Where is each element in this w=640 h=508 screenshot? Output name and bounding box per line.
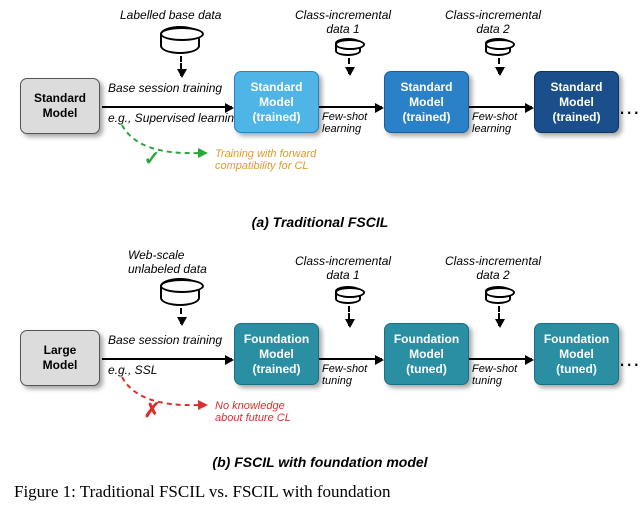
- panel-b: Web-scale unlabeled data Large Model Bas…: [20, 248, 620, 448]
- panel-a: Labelled base data Standard Model Base s…: [20, 8, 620, 208]
- start-large-model-box: Large Model: [20, 330, 100, 386]
- db-label-b: Web-scale unlabeled data: [128, 248, 207, 276]
- inc-label-1b: Class-incremental data 1: [295, 254, 391, 282]
- trained-box-1: Standard Model (trained): [234, 71, 319, 133]
- ellipsis-icon: ...: [619, 94, 640, 120]
- note-b: No knowledge about future CL: [215, 400, 291, 424]
- inc-label-2: Class-incremental data 2: [445, 8, 541, 36]
- arrow3-label: Few-shot learning: [472, 111, 517, 135]
- panel-b-caption: (b) FSCIL with foundation model: [0, 454, 640, 470]
- cylinder-icon: [485, 38, 511, 56]
- arrow1-top-b: Base session training: [108, 333, 222, 347]
- arrow-right-icon: [102, 106, 232, 108]
- arrow1-top-label: Base session training: [108, 81, 222, 95]
- arrow2-label: Few-shot learning: [322, 111, 367, 135]
- inc-label-2b: Class-incremental data 2: [445, 254, 541, 282]
- cross-icon: ✗: [140, 398, 164, 422]
- figure-caption: Figure 1: Traditional FSCIL vs. FSCIL wi…: [0, 470, 640, 502]
- arrow-right-icon: [469, 358, 532, 360]
- inc-label-1: Class-incremental data 1: [295, 8, 391, 36]
- arrow-down-icon: [348, 58, 350, 74]
- arrow-down-icon: [498, 58, 500, 74]
- panel-a-caption: (a) Traditional FSCIL: [0, 214, 640, 230]
- cylinder-icon: [335, 38, 361, 56]
- cylinder-icon: [160, 26, 200, 54]
- arrow-down-icon: [498, 306, 500, 326]
- foundation-box-3: Foundation Model (tuned): [534, 323, 619, 385]
- arrow-right-icon: [102, 358, 232, 360]
- arrow-right-icon: [469, 106, 532, 108]
- check-icon: ✓: [140, 146, 164, 170]
- arrow2-label-b: Few-shot tuning: [322, 363, 367, 387]
- foundation-box-1: Foundation Model (trained): [234, 323, 319, 385]
- trained-box-3: Standard Model (trained): [534, 71, 619, 133]
- cylinder-icon: [335, 286, 361, 304]
- ellipsis-icon: ...: [619, 346, 640, 372]
- arrow-down-icon: [180, 56, 182, 76]
- trained-box-2: Standard Model (trained): [384, 71, 469, 133]
- curved-arrow-icon: [120, 375, 210, 415]
- start-model-box: Standard Model: [20, 78, 100, 134]
- db-label-a: Labelled base data: [120, 8, 221, 22]
- cylinder-icon: [160, 278, 200, 306]
- cylinder-icon: [485, 286, 511, 304]
- foundation-box-2: Foundation Model (tuned): [384, 323, 469, 385]
- arrow-down-icon: [180, 308, 182, 324]
- note-a: Training with forward compatibility for …: [215, 148, 316, 172]
- curved-arrow-icon: [120, 123, 210, 163]
- arrow-down-icon: [348, 306, 350, 326]
- arrow-right-icon: [319, 358, 382, 360]
- arrow3-label-b: Few-shot tuning: [472, 363, 517, 387]
- arrow-right-icon: [319, 106, 382, 108]
